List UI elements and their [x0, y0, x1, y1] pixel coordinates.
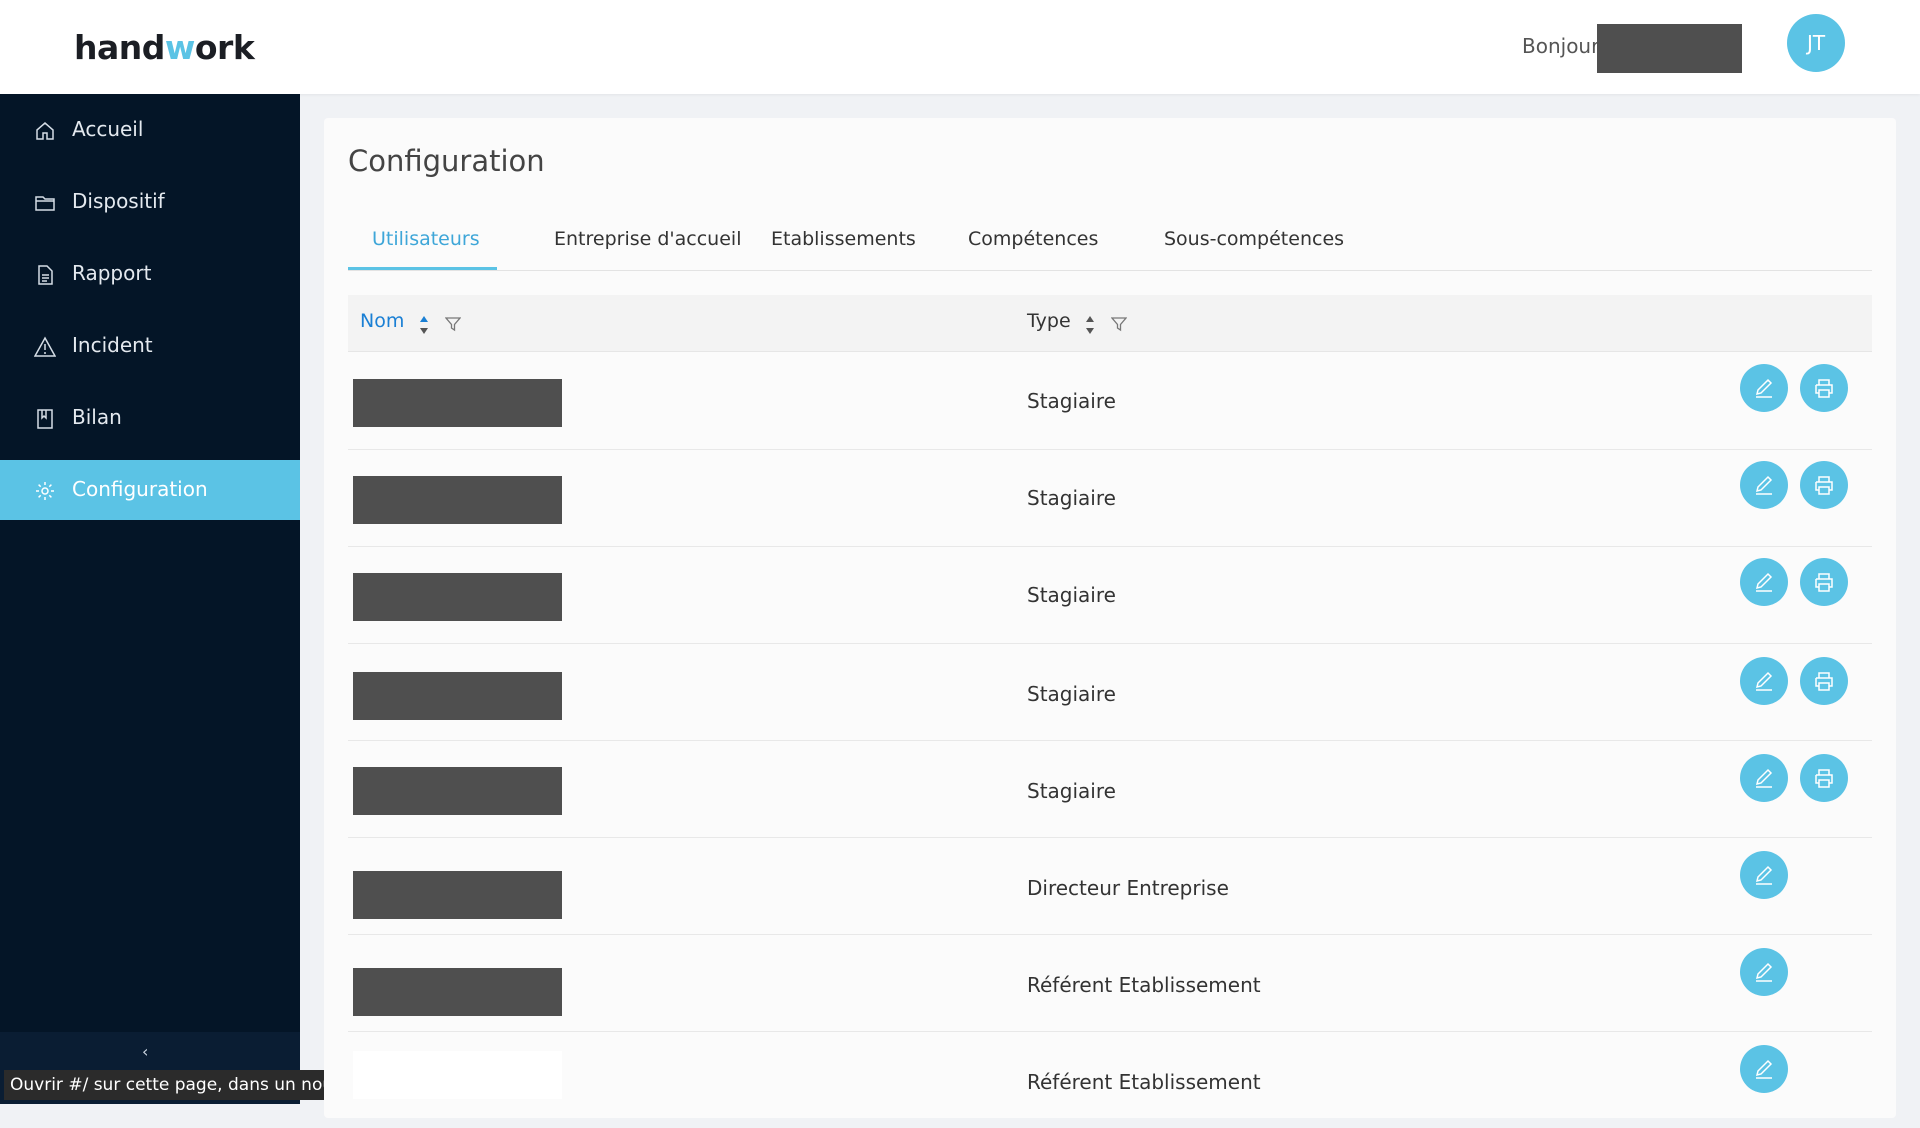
pencil-icon	[1755, 865, 1773, 885]
print-button[interactable]	[1800, 754, 1848, 802]
handiwork-logo[interactable]: handwork	[74, 28, 255, 67]
greeting-text: Bonjour	[1522, 34, 1600, 58]
user-type: Stagiaire	[1027, 682, 1116, 706]
printer-icon	[1815, 672, 1833, 691]
folder-icon	[35, 196, 55, 211]
column-header-type[interactable]: Type	[1027, 310, 1071, 332]
edit-button[interactable]	[1740, 754, 1788, 802]
pencil-icon	[1755, 475, 1773, 495]
edit-button[interactable]	[1740, 461, 1788, 509]
table-row[interactable]: Directeur Entreprise	[348, 837, 1872, 935]
sidebar-item-label: Incident	[72, 333, 153, 357]
pencil-icon	[1755, 572, 1773, 592]
sidebar-item-incident[interactable]: Incident	[0, 316, 300, 376]
print-button[interactable]	[1800, 558, 1848, 606]
sidebar-item-label: Rapport	[72, 261, 152, 285]
table-row[interactable]: Stagiaire	[348, 546, 1872, 644]
column-header-nom[interactable]: Nom	[360, 310, 404, 332]
edit-button[interactable]	[1740, 657, 1788, 705]
user-type: Référent Etablissement	[1027, 973, 1261, 997]
tab-entreprise-accueil[interactable]: Entreprise d'accueil	[554, 228, 741, 250]
table-header: Nom Type	[348, 295, 1872, 352]
tab-competences[interactable]: Compétences	[968, 228, 1098, 250]
active-tab-indicator	[348, 267, 497, 270]
print-button[interactable]	[1800, 364, 1848, 412]
page-title: Configuration	[348, 144, 545, 178]
user-type: Stagiaire	[1027, 486, 1116, 510]
sort-icon[interactable]	[419, 314, 429, 336]
print-button[interactable]	[1800, 657, 1848, 705]
top-header: handwork Bonjour JT	[0, 0, 1920, 94]
pencil-icon	[1755, 768, 1773, 788]
link-tooltip: Ouvrir #/ sur cette page, dans un nouvel	[4, 1070, 355, 1100]
redacted-name	[353, 1051, 562, 1099]
configuration-card: Configuration Utilisateurs Entreprise d'…	[324, 118, 1896, 1118]
sidebar-item-configuration[interactable]: Configuration	[0, 460, 300, 520]
user-type: Stagiaire	[1027, 583, 1116, 607]
pencil-icon	[1755, 378, 1773, 398]
redacted-name	[353, 871, 562, 919]
document-icon	[38, 265, 53, 285]
table-row[interactable]: Référent Etablissement	[348, 934, 1872, 1032]
table-row[interactable]: Stagiaire	[348, 352, 1872, 450]
home-icon	[36, 122, 54, 140]
tab-bar: Utilisateurs Entreprise d'accueil Etabli…	[348, 218, 1872, 271]
table-row[interactable]: Référent Etablissement	[348, 1031, 1872, 1128]
sidebar-item-label: Configuration	[72, 477, 208, 501]
user-type: Directeur Entreprise	[1027, 876, 1229, 900]
user-type: Stagiaire	[1027, 779, 1116, 803]
redacted-name	[353, 573, 562, 621]
pencil-icon	[1755, 671, 1773, 691]
printer-icon	[1815, 476, 1833, 495]
tab-etablissements[interactable]: Etablissements	[771, 228, 916, 250]
print-button[interactable]	[1800, 461, 1848, 509]
edit-button[interactable]	[1740, 1045, 1788, 1093]
pencil-icon	[1755, 962, 1773, 982]
sidebar-item-bilan[interactable]: Bilan	[0, 388, 300, 448]
sidebar: Accueil Dispositif Rapport Incident Bila…	[0, 94, 300, 1104]
edit-button[interactable]	[1740, 948, 1788, 996]
user-name-redacted	[1597, 24, 1742, 73]
book-icon	[37, 409, 53, 429]
edit-button[interactable]	[1740, 364, 1788, 412]
filter-icon[interactable]	[1111, 316, 1127, 332]
sidebar-item-accueil[interactable]: Accueil	[0, 100, 300, 160]
collapse-arrow-icon[interactable]: ‹	[142, 1042, 148, 1061]
sidebar-item-label: Dispositif	[72, 189, 165, 213]
redacted-name	[353, 379, 562, 427]
sidebar-item-label: Bilan	[72, 405, 122, 429]
edit-button[interactable]	[1740, 851, 1788, 899]
pencil-icon	[1755, 1059, 1773, 1079]
redacted-name	[353, 767, 562, 815]
gear-icon	[36, 482, 54, 500]
tab-utilisateurs[interactable]: Utilisateurs	[372, 228, 480, 250]
sidebar-item-label: Accueil	[72, 117, 144, 141]
table-row[interactable]: Stagiaire	[348, 740, 1872, 838]
printer-icon	[1815, 769, 1833, 788]
user-type: Référent Etablissement	[1027, 1070, 1261, 1094]
tab-sous-competences[interactable]: Sous-compétences	[1164, 228, 1344, 250]
avatar[interactable]: JT	[1787, 14, 1845, 72]
redacted-name	[353, 476, 562, 524]
table-row[interactable]: Stagiaire	[348, 643, 1872, 741]
printer-icon	[1815, 573, 1833, 592]
sidebar-item-dispositif[interactable]: Dispositif	[0, 172, 300, 232]
edit-button[interactable]	[1740, 558, 1788, 606]
user-type: Stagiaire	[1027, 389, 1116, 413]
redacted-name	[353, 672, 562, 720]
redacted-name	[353, 968, 562, 1016]
sort-icon[interactable]	[1085, 314, 1095, 336]
warning-icon	[34, 336, 56, 357]
filter-icon[interactable]	[445, 316, 461, 332]
printer-icon	[1815, 379, 1833, 398]
table-row[interactable]: Stagiaire	[348, 449, 1872, 547]
sidebar-item-rapport[interactable]: Rapport	[0, 244, 300, 304]
